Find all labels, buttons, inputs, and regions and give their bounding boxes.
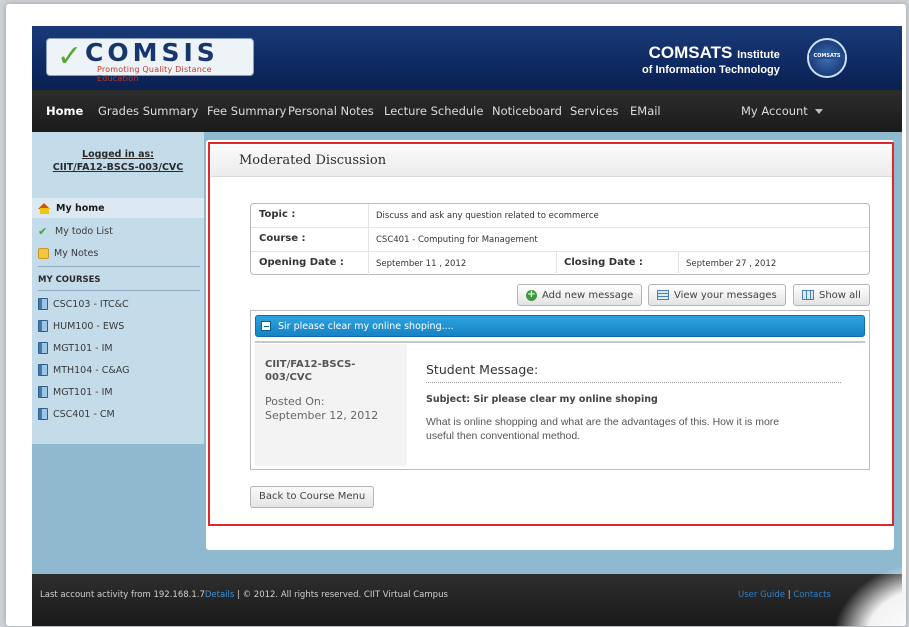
course-link[interactable]: CSC401 - CM <box>38 408 115 420</box>
sidebar-divider <box>38 266 200 267</box>
course-label: HUM100 - EWS <box>53 320 125 332</box>
my-account-label: My Account <box>741 104 808 118</box>
nav-home[interactable]: Home <box>46 104 83 118</box>
course-label: MGT101 - IM <box>53 342 113 354</box>
sidebar-item-label: My todo List <box>55 226 113 237</box>
last-activity-text: Last account activity from 192.168.1.7 <box>40 590 205 600</box>
page-viewport: ✓ COMSIS Promoting Quality Distance Educ… <box>32 26 902 626</box>
logo-tagline: Promoting Quality Distance Education <box>97 65 212 83</box>
checkmark-logo-icon: ✓ <box>57 39 83 74</box>
course-label: MGT101 - IM <box>53 386 113 398</box>
nav-email[interactable]: EMail <box>630 104 661 118</box>
contacts-link[interactable]: Contacts <box>793 590 831 600</box>
course-link[interactable]: MGT101 - IM <box>38 386 113 398</box>
sidebar-item-my-todo-list[interactable]: ✔ My todo List <box>38 224 113 238</box>
sidebar-divider <box>38 290 200 291</box>
institute-name: COMSATS Institute of Information Technol… <box>642 43 780 77</box>
sidebar-item-label: My Notes <box>54 248 99 259</box>
course-label: MTH104 - C&AG <box>53 364 130 376</box>
user-guide-link[interactable]: User Guide <box>738 590 785 600</box>
comsats-seal-icon: COMSATS <box>807 38 847 78</box>
nav-services[interactable]: Services <box>570 104 619 118</box>
course-link[interactable]: CSC103 - ITC&C <box>38 298 129 310</box>
nav-fee-summary[interactable]: Fee Summary <box>207 104 286 118</box>
book-icon <box>38 386 48 398</box>
seal-text: COMSATS <box>809 53 845 59</box>
details-link[interactable]: Details <box>205 590 234 600</box>
sidebar-item-my-notes[interactable]: My Notes <box>38 248 98 259</box>
sidebar: Logged in as: CIIT/FA12-BSCS-003/CVC My … <box>32 132 204 444</box>
logged-in-label: Logged in as: <box>82 149 154 160</box>
nav-lecture-schedule[interactable]: Lecture Schedule <box>384 104 483 118</box>
course-link[interactable]: MTH104 - C&AG <box>38 364 129 376</box>
nav-grades-summary[interactable]: Grades Summary <box>98 104 198 118</box>
footer-links: User Guide | Contacts <box>738 590 831 600</box>
highlight-box <box>208 142 894 526</box>
footer-separator: | <box>787 590 791 600</box>
footer-info: Last account activity from 192.168.1.7De… <box>40 590 448 600</box>
logged-in-info[interactable]: Logged in as: CIIT/FA12-BSCS-003/CVC <box>32 148 204 174</box>
comsis-logo[interactable]: ✓ COMSIS Promoting Quality Distance Educ… <box>46 38 254 83</box>
main-nav: Home Grades Summary Fee Summary Personal… <box>32 90 902 132</box>
course-label: CSC103 - ITC&C <box>53 298 129 310</box>
home-icon <box>38 203 51 214</box>
course-link[interactable]: MGT101 - IM <box>38 342 113 354</box>
book-icon <box>38 342 48 354</box>
institute-line1-small: Institute <box>737 49 780 61</box>
nav-noticeboard[interactable]: Noticeboard <box>492 104 562 118</box>
copyright-text: | © 2012. All rights reserved. CIIT Virt… <box>234 590 448 600</box>
sidebar-item-label: My home <box>56 203 105 214</box>
page-footer: Last account activity from 192.168.1.7De… <box>32 574 902 626</box>
note-icon <box>38 248 49 259</box>
sidebar-item-my-home[interactable]: My home <box>38 203 105 214</box>
book-icon <box>38 298 48 310</box>
book-icon <box>38 320 48 332</box>
institute-line1: COMSATS <box>648 43 733 62</box>
institute-line2: of Information Technology <box>642 64 780 76</box>
nav-personal-notes[interactable]: Personal Notes <box>288 104 374 118</box>
site-banner: ✓ COMSIS Promoting Quality Distance Educ… <box>32 26 902 90</box>
checkmark-icon: ✔ <box>38 224 48 238</box>
chevron-down-icon <box>814 109 823 114</box>
course-link[interactable]: HUM100 - EWS <box>38 320 124 332</box>
nav-my-account[interactable]: My Account <box>741 104 823 118</box>
browser-frame: ✓ COMSIS Promoting Quality Distance Educ… <box>6 4 906 626</box>
book-icon <box>38 408 48 420</box>
logged-in-user: CIIT/FA12-BSCS-003/CVC <box>52 162 184 173</box>
logo-text: COMSIS <box>85 38 219 67</box>
book-icon <box>38 364 48 376</box>
course-label: CSC401 - CM <box>53 408 115 420</box>
my-courses-heading: MY COURSES <box>38 275 101 285</box>
